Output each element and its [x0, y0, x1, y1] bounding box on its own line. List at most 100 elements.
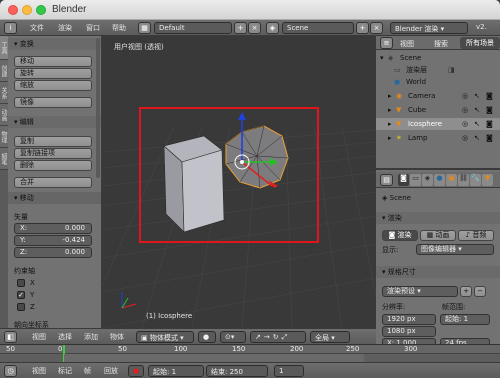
mode-select[interactable]: ▣ 物体模式 ▾ — [136, 331, 194, 343]
expand-arrow-icon[interactable]: ▸ — [388, 104, 392, 116]
scene-tab-icon[interactable]: ◈ — [422, 174, 433, 186]
tab-physics[interactable]: 物理 — [0, 126, 8, 148]
timeline-editor-icon[interactable]: ◷ — [4, 365, 17, 377]
tab-relations[interactable]: 关系 — [0, 82, 8, 104]
select-arrow-icon[interactable]: ↖ — [474, 104, 480, 116]
zoom-button[interactable] — [36, 5, 46, 15]
timeline-menu-frame[interactable]: 帧 — [84, 366, 91, 376]
data-tab-icon[interactable]: ▼ — [482, 174, 493, 186]
timeline-menu-marker[interactable]: 标记 — [58, 366, 72, 376]
vector-y-field[interactable]: Y: -0.424 — [14, 235, 92, 246]
timeline-ruler[interactable]: 50 0 50 100 150 200 250 300 — [0, 345, 500, 354]
record-button[interactable]: ● — [128, 365, 144, 377]
outliner-editor-icon[interactable]: ≡ — [380, 37, 393, 49]
menu-help[interactable]: 帮助 — [112, 23, 126, 33]
constraints-tab-icon[interactable]: ⛓ — [458, 174, 469, 186]
outliner-tab-view[interactable]: 视图 — [400, 39, 414, 49]
select-arrow-icon[interactable]: ↖ — [474, 132, 480, 144]
visibility-eye-icon[interactable]: ◎ — [462, 118, 468, 130]
render-preset-select[interactable]: 渲染预设 ▾ — [382, 286, 458, 297]
transform-orientation-select[interactable]: 全局 ▾ — [310, 331, 350, 343]
outliner-row-world[interactable]: ● World — [376, 76, 500, 88]
duplicate-linked-button[interactable]: 复制链接项 — [14, 148, 92, 159]
manipulator-icon[interactable]: ↗ — [255, 333, 261, 341]
render-tab-icon[interactable]: ◙ — [398, 174, 409, 186]
scene-icon[interactable]: ◈ — [266, 22, 279, 34]
render-animation-button[interactable]: ▦ 动画 — [420, 230, 456, 241]
screen-layout-icon[interactable]: ▦ — [138, 22, 151, 34]
start-frame-field[interactable]: 起始: 1 — [148, 365, 204, 377]
add-layout-icon[interactable]: + — [234, 22, 247, 34]
tab-animation[interactable]: 动画 — [0, 104, 8, 126]
timeline[interactable]: 50 0 50 100 150 200 250 300 — [0, 344, 500, 363]
render-camera-icon[interactable]: ◙ — [486, 104, 493, 116]
properties-editor-icon[interactable]: ▤ — [380, 174, 393, 186]
outliner-row-lamp[interactable]: ▸ ✶ Lamp ◎ ↖ ◙ — [376, 132, 500, 144]
mirror-button[interactable]: 镜像 — [14, 97, 92, 108]
menu-file[interactable]: 文件 — [30, 23, 44, 33]
section-transform[interactable]: ▾ 变换 — [8, 38, 101, 50]
remove-scene-icon[interactable]: × — [370, 22, 383, 34]
view3d-editor-icon[interactable]: ◧ — [4, 331, 17, 343]
timeline-menu-view[interactable]: 视图 — [32, 366, 46, 376]
constraint-x-checkbox[interactable] — [17, 279, 25, 287]
end-frame-field[interactable]: 结束: 250 — [206, 365, 268, 377]
current-frame-field[interactable]: 1 — [274, 365, 304, 377]
translate-manipulator-icon[interactable]: → — [264, 333, 270, 341]
menu-add[interactable]: 添加 — [84, 332, 98, 342]
layout-select[interactable]: Default — [154, 22, 232, 34]
scene-select[interactable]: Scene — [282, 22, 354, 34]
menu-window[interactable]: 窗口 — [86, 23, 100, 33]
resolution-x-field[interactable]: 1920 px — [382, 314, 436, 325]
minimize-button[interactable] — [22, 5, 32, 15]
delete-button[interactable]: 删除 — [14, 160, 92, 171]
display-select[interactable]: 图像编辑器 ▾ — [416, 244, 494, 255]
scale-manipulator-icon[interactable]: ⤢ — [282, 333, 288, 341]
render-engine-select[interactable]: Blender 渲染 ▾ — [390, 22, 468, 34]
render-camera-icon[interactable]: ◙ — [486, 118, 493, 130]
object-tab-icon[interactable]: ▣ — [446, 174, 457, 186]
visibility-eye-icon[interactable]: ◎ — [462, 132, 468, 144]
menu-render[interactable]: 渲染 — [58, 23, 72, 33]
outliner-row-cube[interactable]: ▸ ▼ Cube ◎ ↖ ◙ — [376, 104, 500, 116]
rotate-manipulator-icon[interactable]: ↻ — [273, 333, 279, 341]
menu-select[interactable]: 选择 — [58, 332, 72, 342]
add-preset-button[interactable]: + — [460, 286, 472, 297]
section-edit[interactable]: ▾ 编辑 — [8, 116, 101, 128]
manipulator-toggles[interactable]: ↗ → ↻ ⤢ — [250, 331, 306, 343]
expand-arrow-icon[interactable]: ▸ — [388, 132, 392, 144]
tab-grease-pencil[interactable]: 蜡笔 — [0, 148, 8, 170]
duplicate-button[interactable]: 复制 — [14, 136, 92, 147]
render-audio-button[interactable]: ♪ 音频 — [458, 230, 494, 241]
constraint-y-checkbox[interactable]: ✓ — [17, 291, 25, 299]
render-camera-icon[interactable]: ◙ — [486, 90, 493, 102]
constraint-z-checkbox[interactable] — [17, 303, 25, 311]
translate-button[interactable]: 移动 — [14, 56, 92, 67]
render-camera-icon[interactable]: ◙ — [486, 132, 493, 144]
outliner-tab-search[interactable]: 搜索 — [434, 39, 448, 49]
expand-arrow-icon[interactable]: ▸ — [388, 118, 392, 130]
remove-layout-icon[interactable]: × — [248, 22, 261, 34]
render-layer-toggle-icon[interactable]: ◨ — [448, 64, 455, 76]
outliner-row-camera[interactable]: ▸ ◉ Camera ◎ ↖ ◙ — [376, 90, 500, 102]
section-dimensions[interactable]: ▾ 规格尺寸 — [376, 266, 500, 278]
outliner-tab-all-scenes[interactable]: 所有场景 — [460, 37, 500, 49]
collapse-arrow-icon[interactable]: ▾ — [380, 52, 384, 64]
render-still-button[interactable]: ◙ 渲染 — [382, 230, 418, 241]
tab-create[interactable]: 创建 — [0, 60, 8, 82]
close-button[interactable] — [8, 5, 18, 15]
scale-button[interactable]: 缩放 — [14, 80, 92, 91]
section-operator-move[interactable]: ▾ 移动 — [8, 192, 101, 204]
join-button[interactable]: 合并 — [14, 177, 92, 188]
menu-view[interactable]: 视图 — [32, 332, 46, 342]
resolution-y-field[interactable]: 1080 px — [382, 326, 436, 337]
expand-arrow-icon[interactable]: ▸ — [388, 90, 392, 102]
vector-x-field[interactable]: X: 0.000 — [14, 223, 92, 234]
select-arrow-icon[interactable]: ↖ — [474, 90, 480, 102]
outliner-row-render-layer[interactable]: ▭ 渲染层 ◨ — [376, 64, 500, 76]
outliner-row-icosphere[interactable]: ▸ ▼ Icosphere ◎ ↖ ◙ — [376, 118, 500, 130]
editor-type-icon[interactable]: i — [4, 22, 17, 34]
modifiers-tab-icon[interactable]: 🔧 — [470, 174, 481, 186]
vector-z-field[interactable]: Z: 0.000 — [14, 247, 92, 258]
pivot-point-select[interactable]: ⊙▾ — [220, 331, 246, 343]
